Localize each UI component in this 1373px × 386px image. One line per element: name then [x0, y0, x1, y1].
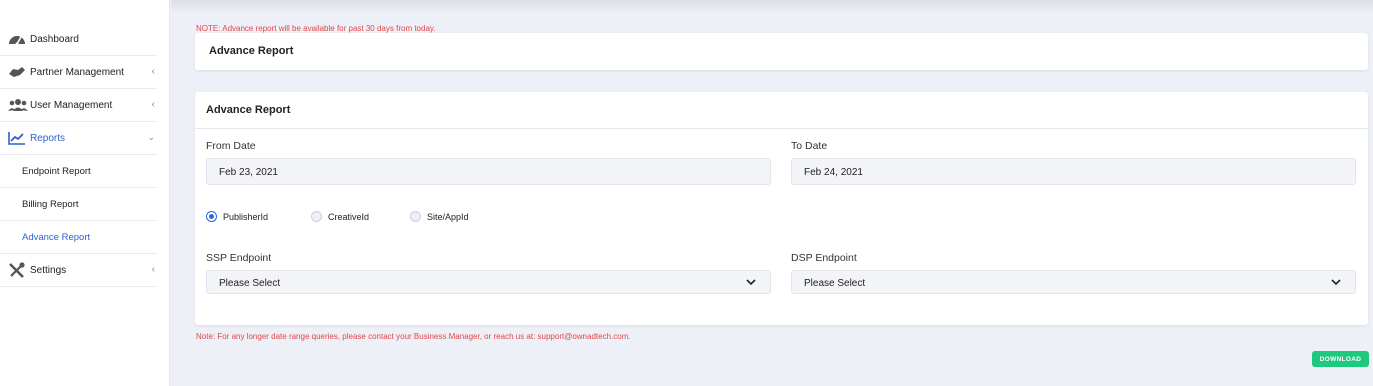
download-button[interactable]: DOWNLOAD	[1312, 351, 1369, 367]
sidebar-subitem-endpoint-report[interactable]: Endpoint Report	[0, 155, 157, 188]
sidebar-item-label: Reports	[30, 132, 66, 144]
ssp-endpoint-value: Please Select	[219, 278, 281, 289]
chevron-left-icon: ‹	[151, 264, 155, 275]
from-date-value: Feb 23, 2021	[219, 167, 278, 178]
sidebar-item-label: Dashboard	[30, 33, 79, 45]
sidebar-subitem-advance-report[interactable]: Advance Report	[0, 221, 157, 254]
chevron-left-icon: ‹	[151, 99, 155, 110]
radio-publisherid[interactable]: PublisherId	[206, 211, 311, 222]
dsp-endpoint-select[interactable]: Please Select	[791, 270, 1356, 294]
radio-label: Site/AppId	[427, 211, 469, 222]
sidebar-item-label: User Management	[30, 99, 113, 111]
sidebar-item-label: Partner Management	[30, 66, 124, 78]
chevron-down-icon	[746, 278, 756, 289]
radio-unchecked-icon	[311, 211, 322, 222]
dsp-endpoint-label: DSP Endpoint	[791, 252, 857, 264]
report-form-card: Advance Report From Date Feb 23, 2021 To…	[195, 92, 1368, 325]
speedometer-icon	[8, 31, 30, 47]
top-note: NOTE: Advance report will be available f…	[196, 24, 436, 33]
sidebar-subitem-label: Billing Report	[22, 198, 79, 210]
topbar	[171, 0, 1373, 14]
tools-icon	[8, 262, 30, 278]
sidebar-item-partner-management[interactable]: Partner Management ‹	[0, 56, 157, 89]
radio-label: CreativeId	[328, 211, 370, 222]
chevron-left-icon: ‹	[151, 66, 155, 77]
radio-checked-icon	[206, 211, 217, 222]
sidebar-item-reports[interactable]: Reports ⌄	[0, 122, 157, 155]
header-card: Advance Report	[195, 33, 1368, 70]
form-title: Advance Report	[195, 92, 1368, 129]
dsp-endpoint-value: Please Select	[804, 278, 866, 289]
chevron-down-icon: ⌄	[147, 132, 155, 142]
page-title: Advance Report	[209, 45, 294, 57]
from-date-input[interactable]: Feb 23, 2021	[206, 158, 771, 185]
users-icon	[8, 97, 30, 113]
sidebar-item-label: Settings	[30, 264, 67, 276]
to-date-input[interactable]: Feb 24, 2021	[791, 158, 1356, 185]
sidebar-subitem-label: Advance Report	[22, 231, 91, 243]
ssp-endpoint-label: SSP Endpoint	[206, 252, 272, 264]
sidebar: Dashboard Partner Management ‹ User Mana…	[0, 0, 170, 386]
radio-label: PublisherId	[223, 211, 269, 222]
sidebar-item-dashboard[interactable]: Dashboard	[0, 23, 157, 56]
to-date-label: To Date	[791, 140, 828, 152]
radio-creativeid[interactable]: CreativeId	[311, 211, 410, 222]
sidebar-item-settings[interactable]: Settings ‹	[0, 254, 157, 287]
sidebar-item-user-management[interactable]: User Management ‹	[0, 89, 157, 122]
to-date-value: Feb 24, 2021	[804, 167, 863, 178]
radio-site-appid[interactable]: Site/AppId	[410, 211, 469, 222]
handshake-icon	[8, 64, 30, 80]
from-date-label: From Date	[206, 140, 256, 152]
ssp-endpoint-select[interactable]: Please Select	[206, 270, 771, 294]
chart-line-icon	[8, 130, 30, 146]
chevron-down-icon	[1331, 278, 1341, 289]
sidebar-subitem-label: Endpoint Report	[22, 165, 91, 177]
report-type-radio-group: PublisherId CreativeId Site/AppId	[206, 211, 469, 222]
radio-unchecked-icon	[410, 211, 421, 222]
sidebar-subitem-billing-report[interactable]: Billing Report	[0, 188, 157, 221]
bottom-note: Note: For any longer date range queries,…	[196, 332, 631, 341]
